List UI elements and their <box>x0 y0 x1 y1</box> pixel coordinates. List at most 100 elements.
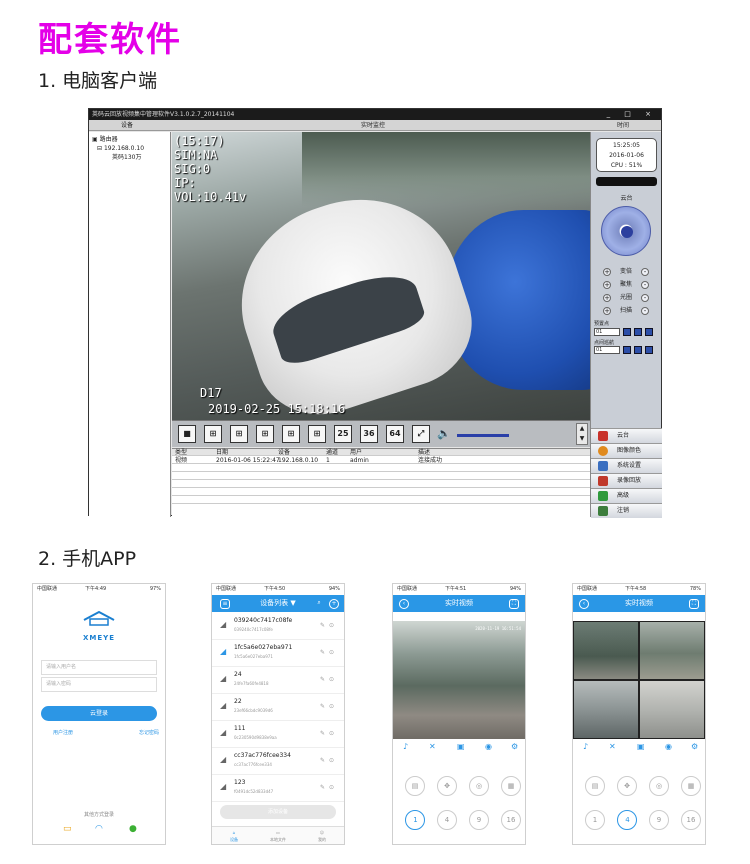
cruise-stop-button[interactable] <box>634 346 642 354</box>
add-icon[interactable]: + <box>329 599 339 609</box>
edit-share-icons[interactable]: ✎⊙ <box>320 676 338 683</box>
cruise-grid-button[interactable] <box>645 346 653 354</box>
menu-time[interactable]: 时间 <box>617 120 629 131</box>
tab-local-files[interactable]: ▭ 本地文件 <box>256 829 300 843</box>
side-menu-image-color[interactable]: 图像颜色 <box>591 443 662 458</box>
record-icon[interactable]: ▣ <box>637 742 645 751</box>
tab-me[interactable]: ☺ 我的 <box>300 829 344 843</box>
mic-icon[interactable]: ♪ <box>403 742 408 751</box>
username-input[interactable]: 请输入用户名 <box>41 660 157 675</box>
settings-icon[interactable]: ⚙ <box>511 742 518 751</box>
device-row[interactable]: ◢ 22 23ef66cbdc9039d6 ✎⊙ <box>212 695 344 721</box>
add-device-button[interactable]: 添加设备 <box>220 805 336 819</box>
nav-title[interactable]: 设备列表 ▼ <box>260 599 296 607</box>
edit-share-icons[interactable]: ✎⊙ <box>320 622 338 629</box>
tab-devices[interactable]: ⌂ 设备 <box>212 829 256 843</box>
eye-icon[interactable]: ◎ <box>469 776 489 796</box>
layout-64-button[interactable]: 64 <box>386 425 404 443</box>
playback-icon[interactable]: ▤ <box>585 776 605 796</box>
split-9-button[interactable]: 9 <box>649 810 669 830</box>
preset-goto-button[interactable] <box>623 328 631 336</box>
side-menu-system-settings[interactable]: 系统设置 <box>591 458 662 473</box>
video-cell-1[interactable] <box>573 621 639 680</box>
ptz-icon[interactable]: ✥ <box>617 776 637 796</box>
side-menu-ptz[interactable]: 云台 <box>591 428 662 443</box>
fullscreen-button[interactable]: ⤢ <box>412 425 430 443</box>
mute-icon[interactable]: ✕ <box>609 742 616 751</box>
zoom-in-button[interactable]: + <box>603 268 611 276</box>
edit-share-icons[interactable]: ✎⊙ <box>320 649 338 656</box>
cloud-login-button[interactable]: 云登录 <box>41 706 157 721</box>
device-row[interactable]: ◢ 123 f0491dc52d833d47 ✎⊙ <box>212 776 344 802</box>
split-1-button[interactable]: 1 <box>585 810 605 830</box>
side-menu-logout[interactable]: 注销 <box>591 503 662 518</box>
menu-live-monitor[interactable]: 实时监控 <box>361 120 385 131</box>
split-1-button[interactable]: 1 <box>405 810 425 830</box>
edit-share-icons[interactable]: ✎⊙ <box>320 757 338 764</box>
fullscreen-icon[interactable]: ⛶ <box>509 599 519 609</box>
split-16-button[interactable]: 16 <box>501 810 521 830</box>
window-controls[interactable]: _ □ × <box>607 109 657 120</box>
cruise-play-button[interactable] <box>623 346 631 354</box>
back-icon[interactable]: ‹ <box>399 599 409 609</box>
mute-icon[interactable]: ✕ <box>429 742 436 751</box>
video-cell-3[interactable] <box>573 680 639 739</box>
log-row[interactable]: 视频 2016-01-06 15:22:47 192.168.0.10 1 ad… <box>172 457 590 464</box>
layout-6-button[interactable]: ⊞ <box>230 425 248 443</box>
wechat-login-icon[interactable]: ● <box>129 824 137 834</box>
snapshot-icon[interactable]: ◉ <box>485 742 492 751</box>
video-cell-4[interactable] <box>639 680 705 739</box>
edit-share-icons[interactable]: ✎⊙ <box>320 730 338 737</box>
preset-remove-button[interactable] <box>645 328 653 336</box>
edit-share-icons[interactable]: ✎⊙ <box>320 784 338 791</box>
quality-icon[interactable]: ▦ <box>681 776 701 796</box>
ptz-icon[interactable]: ✥ <box>437 776 457 796</box>
side-menu-playback[interactable]: 录像回放 <box>591 473 662 488</box>
layout-9-button[interactable]: ⊞ <box>282 425 300 443</box>
back-icon[interactable]: ‹ <box>579 599 589 609</box>
device-row[interactable]: ◢ 1fc5a6e027eba971 1fc5a6e027eba971 ✎⊙ <box>212 641 344 667</box>
cruise-select[interactable]: 01 <box>594 346 620 354</box>
layout-16-button[interactable]: ⊞ <box>308 425 326 443</box>
preset-add-button[interactable] <box>634 328 642 336</box>
scan-stop-button[interactable]: - <box>641 307 649 315</box>
side-menu-advanced[interactable]: 高级 <box>591 488 662 503</box>
focus-in-button[interactable]: + <box>603 281 611 289</box>
local-login-icon[interactable]: ▭ <box>63 824 72 834</box>
mic-icon[interactable]: ♪ <box>583 742 588 751</box>
device-row[interactable]: ◢ 24 24fe7fa60fe4818 ✎⊙ <box>212 668 344 694</box>
ptz-center-button[interactable] <box>621 226 633 238</box>
record-icon[interactable]: ▣ <box>457 742 465 751</box>
fullscreen-icon[interactable]: ⛶ <box>689 599 699 609</box>
tree-item-channel[interactable]: 英码130万 <box>92 153 167 162</box>
tree-item-router[interactable]: ▣ 路由器 <box>92 135 167 144</box>
device-row[interactable]: ◢ 111 0c230590d9838e9aa ✎⊙ <box>212 722 344 748</box>
layout-4-button[interactable]: ⊞ <box>204 425 222 443</box>
split-4-button[interactable]: 4 <box>617 810 637 830</box>
edit-share-icons[interactable]: ✎⊙ <box>320 703 338 710</box>
snapshot-icon[interactable]: ◉ <box>665 742 672 751</box>
register-link[interactable]: 用户注册 <box>53 729 73 736</box>
layout-8-button[interactable]: ⊞ <box>256 425 274 443</box>
settings-icon[interactable]: ⚙ <box>691 742 698 751</box>
zoom-out-button[interactable]: - <box>641 268 649 276</box>
password-input[interactable]: 请输入密码 <box>41 677 157 692</box>
video-cell-2[interactable] <box>639 621 705 680</box>
eye-icon[interactable]: ◎ <box>649 776 669 796</box>
preset-select[interactable]: 01 <box>594 328 620 336</box>
ptz-direction-pad[interactable] <box>601 206 651 256</box>
device-row[interactable]: ◢ 039240c7417c08fe 039240c7417c08fe ✎⊙ <box>212 614 344 640</box>
split-4-button[interactable]: 4 <box>437 810 457 830</box>
layout-36-button[interactable]: 36 <box>360 425 378 443</box>
split-16-button[interactable]: 16 <box>681 810 701 830</box>
iris-open-button[interactable]: + <box>603 294 611 302</box>
volume-icon[interactable]: 🔈 <box>437 427 453 441</box>
live-video[interactable]: (15:17) SIM:NA SIG:0 IP: VOL:10.41v D17 … <box>172 132 590 420</box>
iris-close-button[interactable]: - <box>641 294 649 302</box>
device-row[interactable]: ◢ cc37ac776fcee334 cc37ac776fcee334 ✎⊙ <box>212 749 344 775</box>
scan-start-button[interactable]: + <box>603 307 611 315</box>
menu-icon[interactable]: ≡ <box>220 599 230 609</box>
forgot-password-link[interactable]: 忘记密码 <box>139 729 159 736</box>
menu-device[interactable]: 设备 <box>121 120 133 131</box>
layout-1-button[interactable]: ■ <box>178 425 196 443</box>
